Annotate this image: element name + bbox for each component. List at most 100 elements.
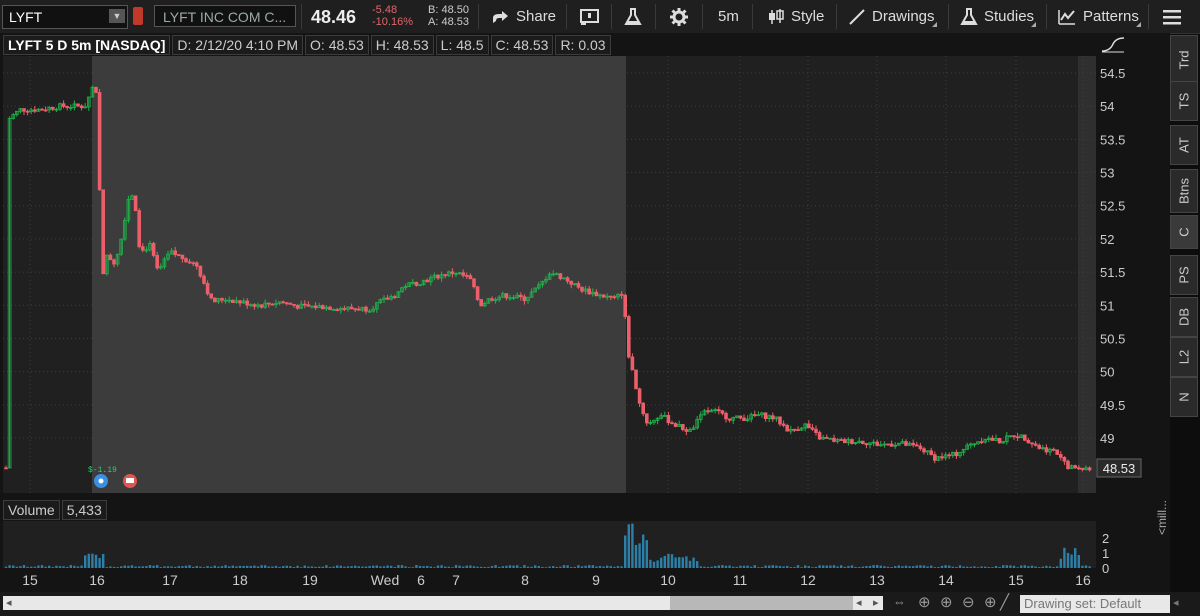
price-change: -5.48 -10.16% xyxy=(372,4,413,28)
volume-bar xyxy=(1027,566,1030,568)
volume-bar xyxy=(8,565,11,568)
share-button[interactable]: Share xyxy=(490,0,556,33)
volume-bar xyxy=(181,566,184,568)
volume-bar xyxy=(1012,565,1016,568)
volume-bar xyxy=(422,566,425,568)
candle-body xyxy=(763,412,768,419)
volume-bar xyxy=(235,566,238,568)
axis-toggle[interactable] xyxy=(1100,37,1126,53)
volume-bar xyxy=(649,559,652,568)
volume-bar xyxy=(915,565,918,568)
volume-bar xyxy=(958,565,962,568)
volume-bar xyxy=(901,566,904,568)
scroll-thumb[interactable] xyxy=(670,596,853,610)
volume-bar xyxy=(984,566,987,568)
alert-flag-icon[interactable] xyxy=(133,7,143,25)
candle-body xyxy=(673,423,678,427)
crosshair-icon[interactable]: ⊕ xyxy=(918,593,931,611)
candle-body xyxy=(259,304,264,308)
chevron-down-icon[interactable]: ▼ xyxy=(109,9,125,23)
side-tab-trd[interactable]: Trd xyxy=(1170,35,1198,85)
candle-body xyxy=(670,422,674,425)
volume-bar xyxy=(256,566,260,568)
studies-button[interactable]: Studies xyxy=(960,0,1037,33)
settings-button[interactable] xyxy=(669,0,689,33)
candle-body xyxy=(1026,439,1031,444)
volume-bar xyxy=(998,566,1001,568)
dropdown-indicator xyxy=(931,22,937,27)
candle-body xyxy=(266,302,271,305)
price-tick-label: 53.5 xyxy=(1100,132,1125,147)
price-tick-label: 54.5 xyxy=(1100,66,1125,81)
zoom-fit-icon[interactable]: ⇔ xyxy=(893,594,906,609)
volume-bar xyxy=(1016,567,1019,568)
volume-bar xyxy=(210,566,213,568)
volume-bar xyxy=(156,565,159,568)
divider xyxy=(478,4,479,29)
scroll-left-icon[interactable]: ◂ xyxy=(6,596,12,609)
interval-button[interactable]: 5m xyxy=(718,0,739,33)
candle-body xyxy=(612,296,617,299)
candle-body xyxy=(43,109,48,112)
volume-bar xyxy=(580,566,584,568)
candle-body xyxy=(353,308,357,311)
patterns-button[interactable]: Patterns xyxy=(1057,0,1141,33)
scroll-left-end-icon[interactable]: ◂ xyxy=(856,596,862,609)
candle-body xyxy=(443,274,447,277)
volume-bar xyxy=(829,565,832,568)
volume-bar xyxy=(613,566,616,568)
volume-bar xyxy=(724,565,728,568)
volume-bar xyxy=(742,565,746,568)
zoom-in-icon[interactable]: ⊕ xyxy=(940,593,953,611)
divider xyxy=(611,4,612,29)
candle-body xyxy=(918,445,923,450)
volume-bar xyxy=(523,565,526,568)
volume-bar xyxy=(62,566,65,568)
share-icon xyxy=(493,10,508,23)
style-button[interactable]: Style xyxy=(767,0,824,33)
volume-bar xyxy=(667,553,670,568)
side-tab-ps[interactable]: PS xyxy=(1170,255,1198,295)
symbol-input[interactable]: LYFT ▼ xyxy=(2,5,128,29)
side-tab-btns[interactable]: Btns xyxy=(1170,169,1198,213)
time-scrollbar[interactable]: ◂ ◂ ▸ ⇔ ⊕ ⊕ ⊖ ⊕ ╱ Drawing set: Default ◂ xyxy=(0,592,1200,616)
volume-bar xyxy=(224,565,227,568)
divider xyxy=(1148,4,1149,29)
alerts-button[interactable] xyxy=(579,0,601,33)
flask-button[interactable] xyxy=(624,0,642,33)
zoom-reset-icon[interactable]: ⊕ xyxy=(984,593,997,611)
side-tab-n[interactable]: N xyxy=(1170,377,1198,417)
candle-body xyxy=(864,443,869,446)
price-chart[interactable]: 54.5 54 53.5 53 52.5 52 51.5 51 50.5 50 49.5 49 48.… xyxy=(0,33,1170,592)
side-tab-at[interactable]: AT xyxy=(1170,125,1198,165)
zoom-out-icon[interactable]: ⊖ xyxy=(962,593,975,611)
menu-button[interactable] xyxy=(1162,0,1182,33)
volume-bar xyxy=(1048,566,1052,568)
volume-bar xyxy=(393,567,396,568)
draw-line-icon[interactable]: ╱ xyxy=(1000,593,1009,611)
side-tab-db[interactable]: DB xyxy=(1170,297,1198,337)
volume-bar xyxy=(418,565,422,568)
volume-bar xyxy=(1084,565,1088,568)
volume-bar xyxy=(433,567,436,568)
scroll-right-icon[interactable]: ▸ xyxy=(873,596,879,609)
volume-bar xyxy=(937,566,940,568)
chevron-left-icon[interactable]: ◂ xyxy=(1173,596,1179,609)
price-tick-label: 49.5 xyxy=(1100,398,1125,413)
time-tick-label: 13 xyxy=(869,572,885,588)
candle-body xyxy=(727,418,732,421)
time-tick-label: 15 xyxy=(22,572,38,588)
volume-bar xyxy=(1020,565,1023,568)
side-tab-ts[interactable]: TS xyxy=(1170,81,1198,121)
volume-bar xyxy=(220,566,224,568)
drawings-button[interactable]: Drawings xyxy=(848,0,937,33)
volume-axis-ticks: 210 xyxy=(1102,531,1109,576)
volume-bar xyxy=(33,566,36,568)
side-tab-c[interactable]: C xyxy=(1170,215,1198,249)
volume-bar xyxy=(624,535,627,568)
side-tab-l2[interactable]: L2 xyxy=(1170,337,1198,377)
time-tick-label: 6 xyxy=(417,572,425,588)
drawing-set-select[interactable]: Drawing set: Default xyxy=(1020,595,1170,613)
candle-body xyxy=(519,294,523,298)
candle-body xyxy=(785,425,789,432)
